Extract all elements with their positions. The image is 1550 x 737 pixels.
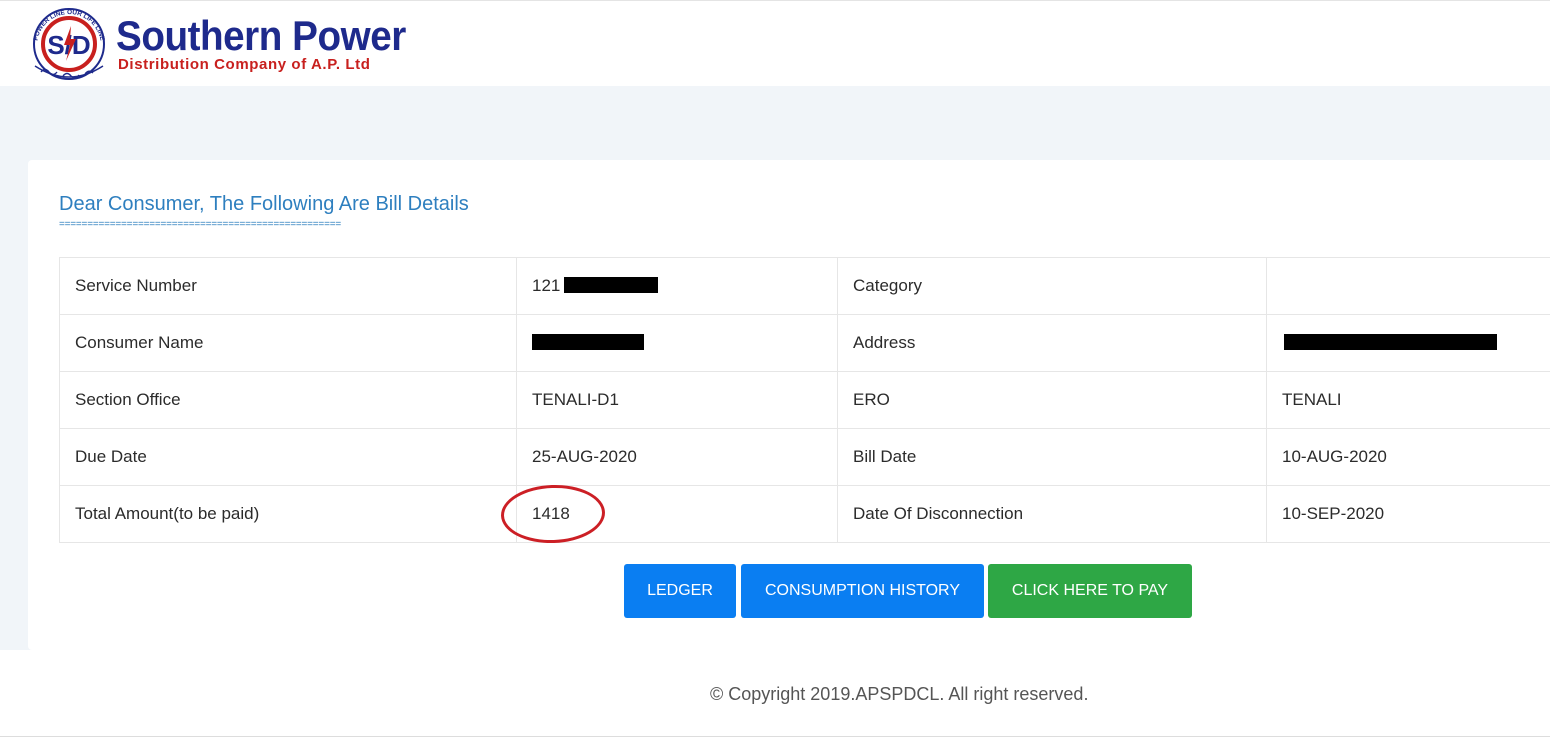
- table-row: Total Amount(to be paid) 1418 Date Of Di…: [59, 485, 1550, 543]
- site-header: POWER LINE OUR LIFE LINE S/D Southern Po…: [0, 0, 1550, 86]
- bill-date-value: 10-AUG-2020: [1266, 428, 1550, 486]
- table-row: Service Number 121 Category: [59, 257, 1550, 315]
- brand-title: Southern Power: [116, 12, 406, 59]
- section-office-value: TENALI-D1: [516, 371, 838, 429]
- address-label: Address: [837, 314, 1267, 372]
- redaction-bar: [532, 334, 644, 350]
- table-row: Section Office TENALI-D1 ERO TENALI: [59, 371, 1550, 429]
- redaction-bar: [564, 277, 658, 293]
- bill-details-table: Service Number 121 Category Consumer Nam…: [59, 257, 1550, 543]
- ero-value: TENALI: [1266, 371, 1550, 429]
- service-number-value: 121: [516, 257, 838, 315]
- heading-underline: ========================================…: [59, 220, 341, 230]
- redaction-bar: [1284, 334, 1497, 350]
- section-office-label: Section Office: [59, 371, 517, 429]
- brand-subtitle: Distribution Company of A.P. Ltd: [118, 56, 371, 73]
- ero-label: ERO: [837, 371, 1267, 429]
- table-row: Consumer Name Address: [59, 314, 1550, 372]
- table-row: Due Date 25-AUG-2020 Bill Date 10-AUG-20…: [59, 428, 1550, 486]
- consumer-name-label: Consumer Name: [59, 314, 517, 372]
- company-logo-icon: POWER LINE OUR LIFE LINE S/D: [32, 8, 106, 80]
- bill-date-label: Bill Date: [837, 428, 1267, 486]
- service-number-text: 121: [532, 276, 561, 295]
- category-label: Category: [837, 257, 1267, 315]
- ledger-button[interactable]: LEDGER: [624, 564, 736, 618]
- category-value: [1266, 257, 1550, 315]
- disconnection-date-label: Date Of Disconnection: [837, 485, 1267, 543]
- due-date-label: Due Date: [59, 428, 517, 486]
- pay-bill-button[interactable]: CLICK HERE TO PAY: [988, 564, 1192, 618]
- copyright-text: © Copyright 2019.APSPDCL. All right rese…: [710, 684, 1089, 704]
- consumer-name-value: [516, 314, 838, 372]
- disconnection-date-value: 10-SEP-2020: [1266, 485, 1550, 543]
- bill-details-card: Dear Consumer, The Following Are Bill De…: [28, 160, 1550, 650]
- address-value: [1266, 314, 1550, 372]
- due-date-value: 25-AUG-2020: [516, 428, 838, 486]
- total-amount-label: Total Amount(to be paid): [59, 485, 517, 543]
- bill-details-heading: Dear Consumer, The Following Are Bill De…: [59, 193, 469, 215]
- site-footer: © Copyright 2019.APSPDCL. All right rese…: [0, 650, 1550, 737]
- service-number-label: Service Number: [59, 257, 517, 315]
- consumption-history-button[interactable]: CONSUMPTION HISTORY: [741, 564, 984, 618]
